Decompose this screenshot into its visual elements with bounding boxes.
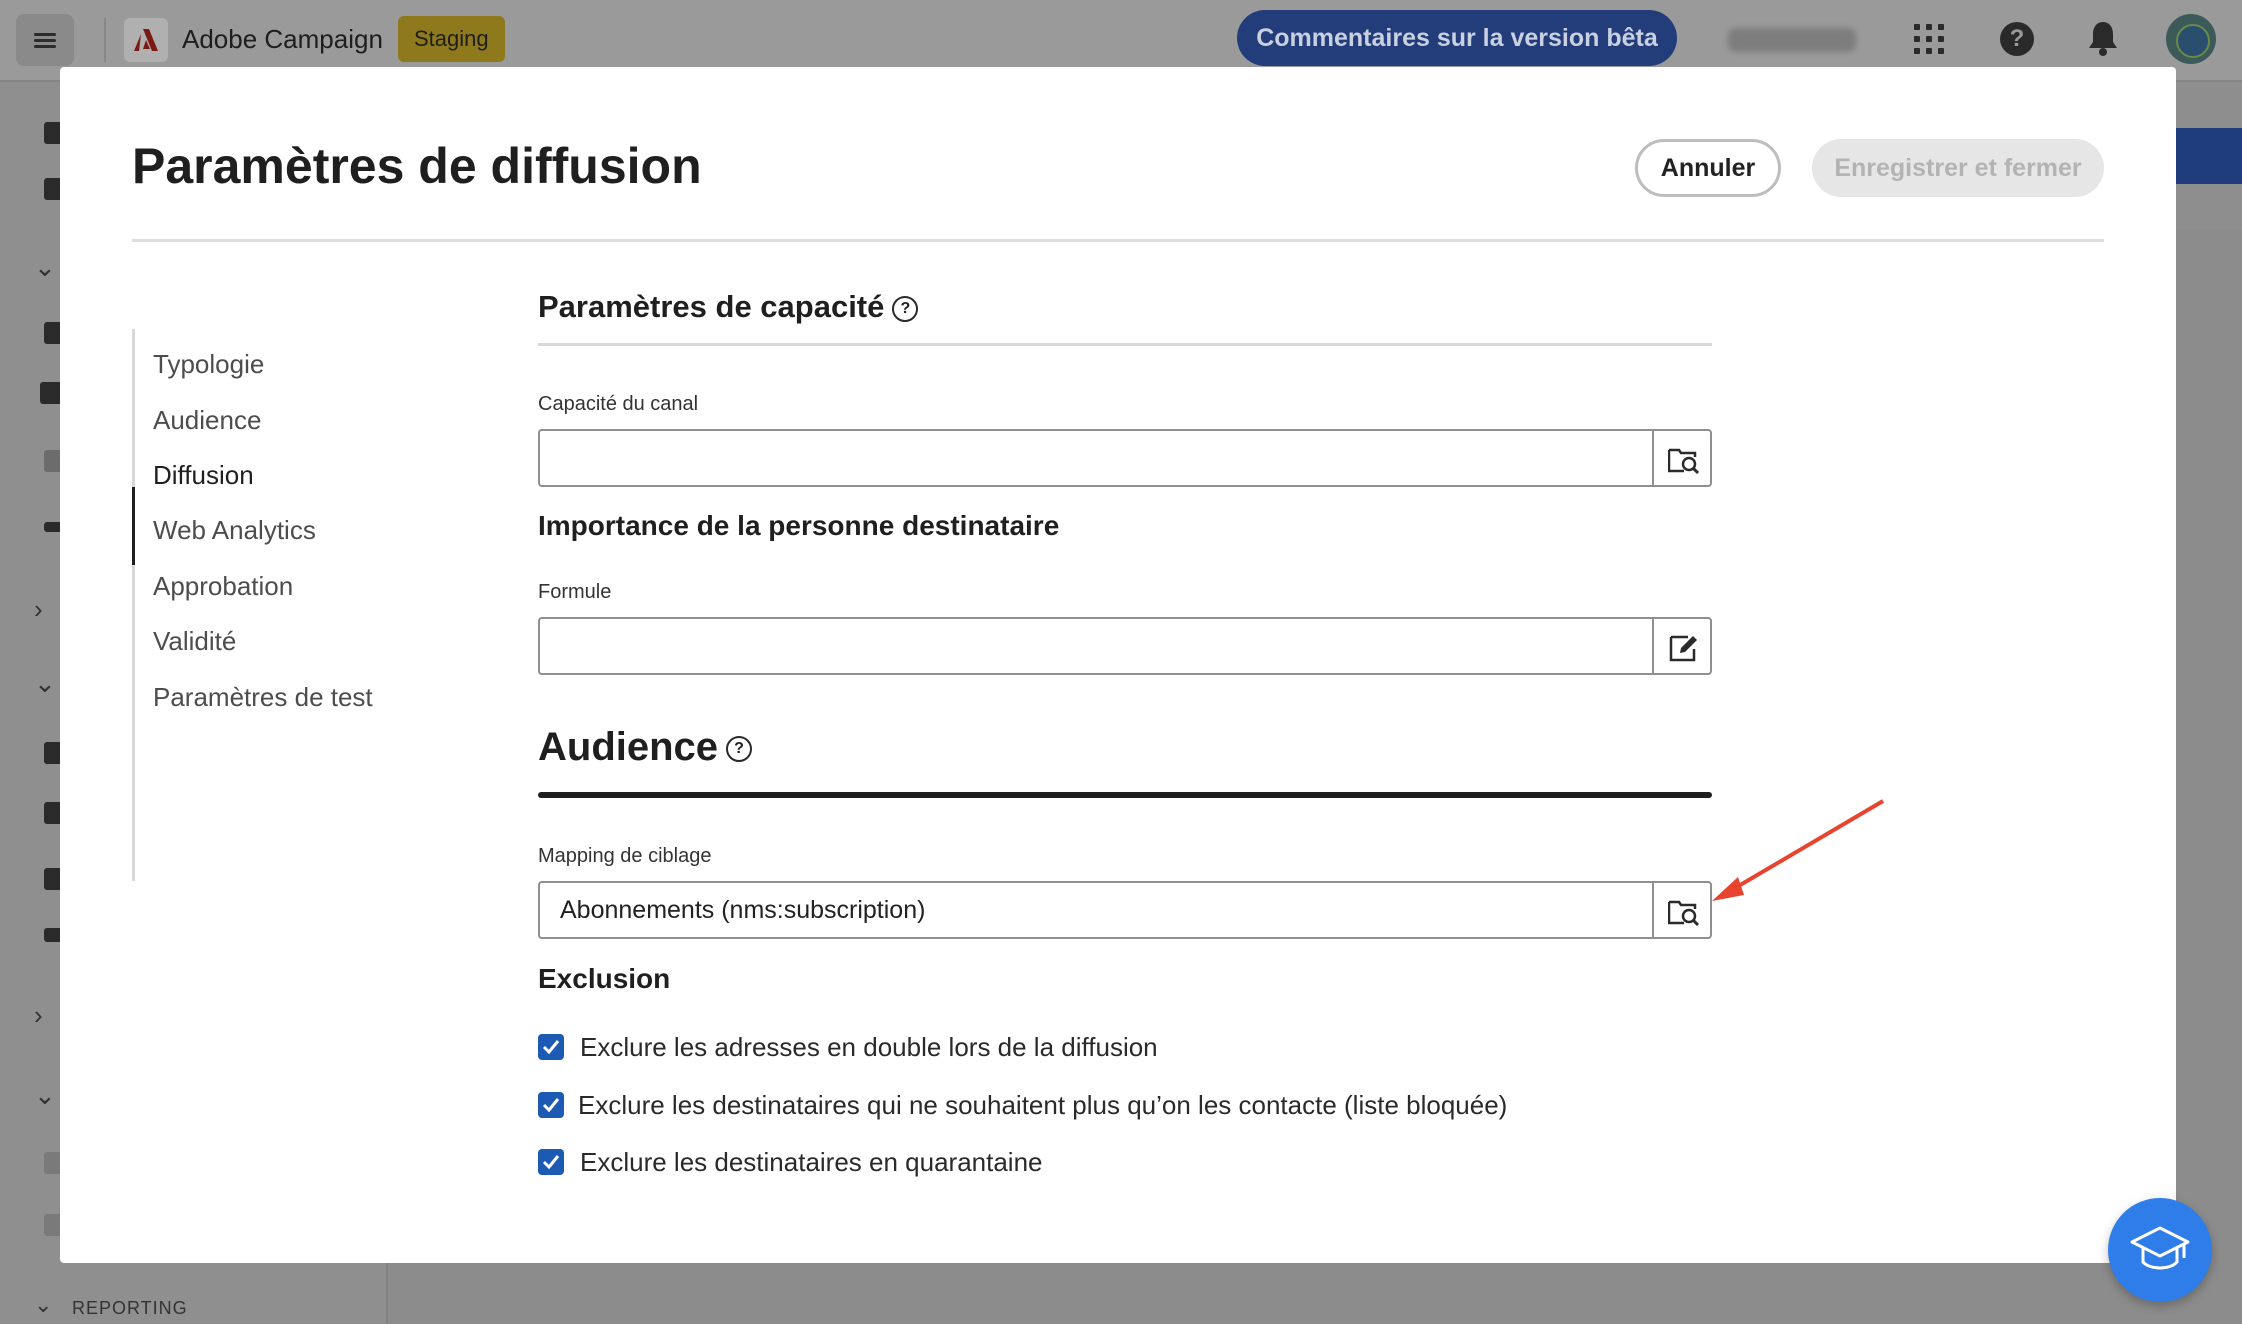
chevron-down-icon[interactable]: ⌄ [34, 1080, 56, 1111]
exclusion-title: Exclusion [538, 963, 671, 994]
exclude-quarantine-label: Exclure les destinataires en quarantaine [580, 1147, 1043, 1177]
nav-item-validite[interactable]: Validité [153, 626, 236, 657]
chevron-right-icon[interactable]: › [34, 594, 43, 625]
org-switcher[interactable] [1728, 28, 1856, 52]
reporting-section-label[interactable]: REPORTING [72, 1298, 188, 1319]
nav-item-diffusion[interactable]: Diffusion [153, 460, 254, 491]
formula-editor-button[interactable] [1652, 617, 1712, 675]
folder-search-icon [1668, 448, 1700, 475]
edit-expression-icon [1669, 635, 1697, 662]
channel-capacity-label: Capacité du canal [538, 393, 699, 415]
header-divider [104, 18, 106, 62]
checkmark-icon [542, 1040, 560, 1055]
exclude-duplicates-label: Exclure les adresses en double lors de l… [580, 1032, 1158, 1062]
target-mapping-field[interactable] [538, 881, 1652, 939]
user-avatar[interactable] [2166, 14, 2216, 64]
environment-badge: Staging [398, 16, 505, 62]
formula-field[interactable] [538, 617, 1652, 675]
help-icon[interactable]: ? [2000, 22, 2034, 56]
help-circle-icon[interactable]: ? [726, 736, 753, 763]
nav-item-web-analytics[interactable]: Web Analytics [153, 515, 316, 546]
dialog-title: Paramètres de diffusion [132, 138, 702, 194]
chevron-down-icon[interactable]: ⌄ [34, 668, 56, 699]
nav-item-test-settings[interactable]: Paramètres de test [153, 682, 373, 713]
nav-item-approbation[interactable]: Approbation [153, 571, 293, 602]
annotation-arrow-icon [1712, 799, 1885, 901]
exclude-denylist-checkbox[interactable] [538, 1092, 564, 1118]
cancel-button[interactable]: Annuler [1635, 139, 1781, 197]
notifications-bell-icon[interactable] [2087, 20, 2119, 61]
delivery-settings-dialog: Paramètres de diffusion Annuler Enregist… [60, 67, 2176, 1263]
exclude-denylist-label: Exclure les destinataires qui ne souhait… [578, 1090, 1508, 1120]
chevron-down-icon[interactable]: ⌄ [34, 252, 56, 283]
audience-divider [538, 792, 1712, 798]
channel-capacity-picker-button[interactable] [1652, 429, 1712, 487]
settings-side-nav: Typologie Audience Diffusion Web Analyti… [132, 329, 435, 881]
nav-active-indicator [132, 487, 135, 565]
nav-item-audience[interactable]: Audience [153, 405, 261, 436]
folder-search-icon [1668, 900, 1700, 927]
checkmark-icon [542, 1155, 560, 1170]
graduation-cap-icon [2130, 1226, 2190, 1270]
formula-label: Formule [538, 581, 612, 603]
exclude-duplicates-checkbox[interactable] [538, 1034, 564, 1060]
recipient-importance-title: Importance de la personne destinataire [538, 510, 1060, 541]
capacity-divider [538, 343, 1712, 346]
app-name[interactable]: Adobe Campaign [182, 24, 383, 55]
checkmark-icon [542, 1098, 560, 1113]
audience-title-text: Audience [538, 725, 719, 769]
learn-floating-button[interactable] [2108, 1198, 2212, 1302]
target-mapping-label: Mapping de ciblage [538, 845, 712, 867]
capacity-section-title: Paramètres de capacité? [538, 289, 919, 325]
adobe-logo-icon [124, 18, 168, 62]
chevron-right-icon[interactable]: › [34, 1000, 43, 1031]
beta-feedback-button[interactable]: Commentaires sur la version bêta [1237, 10, 1677, 66]
apps-grid-icon[interactable] [1914, 24, 1944, 54]
chevron-down-icon[interactable]: ⌄ [34, 1292, 52, 1318]
audience-section-title: Audience? [538, 725, 753, 770]
exclude-quarantine-checkbox[interactable] [538, 1149, 564, 1175]
nav-item-typologie[interactable]: Typologie [153, 349, 264, 380]
channel-capacity-field[interactable] [538, 429, 1652, 487]
save-and-close-button[interactable]: Enregistrer et fermer [1812, 139, 2104, 197]
menu-icon[interactable] [16, 14, 74, 66]
dialog-header-divider [132, 239, 2104, 242]
capacity-title-text: Paramètres de capacité [538, 289, 885, 324]
help-circle-icon[interactable]: ? [892, 295, 919, 322]
